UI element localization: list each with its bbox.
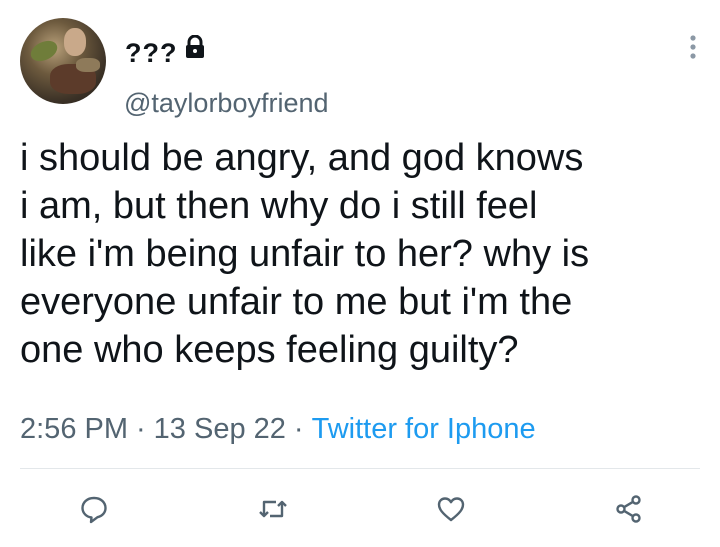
meta-separator: · (136, 413, 146, 445)
more-vertical-icon[interactable] (686, 34, 700, 62)
display-name[interactable]: ??? (125, 38, 177, 69)
user-handle[interactable]: @taylorboyfriend (124, 88, 329, 119)
tweet-meta: 2:56 PM · 13 Sep 22 · Twitter for Iphone (20, 413, 536, 446)
tweet-date[interactable]: 13 Sep 22 (154, 413, 286, 445)
retweet-icon (259, 500, 287, 518)
reply-button[interactable] (77, 492, 111, 526)
divider (20, 468, 700, 469)
like-button[interactable] (434, 492, 468, 526)
share-button[interactable] (612, 492, 646, 526)
reply-icon (81, 496, 107, 524)
tweet-source-link[interactable]: Twitter for Iphone (312, 413, 536, 445)
tweet-text: i should be angry, and god knows i am, b… (20, 137, 590, 371)
avatar[interactable] (20, 18, 106, 104)
tweet-time[interactable]: 2:56 PM (20, 413, 128, 445)
retweet-button[interactable] (256, 492, 290, 526)
meta-separator: · (293, 413, 304, 445)
heart-icon (437, 497, 465, 522)
share-icon (616, 495, 641, 523)
lock-icon (186, 35, 204, 58)
